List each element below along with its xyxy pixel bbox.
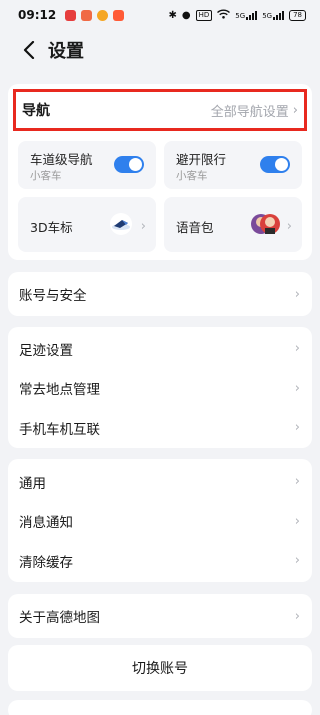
navigation-card: 导航 全部导航设置 › 车道级导航 小客车 避开限行 小客车 3D车标 › 语音…: [8, 84, 312, 260]
chevron-right-icon: ›: [294, 474, 300, 490]
phone-car-connect-row[interactable]: 手机车机互联 ›: [8, 408, 312, 448]
general-row[interactable]: 通用 ›: [8, 462, 312, 502]
tile-label: 语音包: [176, 220, 214, 235]
tile-label: 3D车标: [30, 220, 73, 235]
clear-cache-row[interactable]: 清除缓存 ›: [8, 541, 312, 581]
all-navigation-settings-label: 全部导航设置: [210, 104, 289, 120]
status-left: 09:12: [18, 8, 125, 22]
row-label: 常去地点管理: [19, 382, 100, 399]
chevron-right-icon: ›: [294, 380, 300, 396]
row-label: 消息通知: [19, 515, 73, 532]
back-arrow-icon[interactable]: [18, 39, 40, 61]
footprint-group-card: 足迹设置 › 常去地点管理 › 手机车机互联 ›: [8, 327, 312, 448]
account-card: 账号与安全 ›: [8, 272, 312, 316]
voice-avatars-icon: [249, 212, 281, 240]
status-bar: 09:12 ✱ ● HD 5G 5G 78: [0, 0, 320, 30]
tile-sub: 小客车: [30, 170, 62, 182]
chevron-right-icon: ›: [294, 608, 300, 624]
tile-3d-car-icon[interactable]: 3D车标 ›: [18, 197, 156, 252]
tile-lane-navigation[interactable]: 车道级导航 小客车: [18, 141, 156, 189]
shopping-app-icon: [113, 9, 125, 21]
navigation-title: 导航: [22, 103, 50, 119]
general-group-card: 通用 › 消息通知 › 清除缓存 ›: [8, 459, 312, 582]
footprint-settings-row[interactable]: 足迹设置 ›: [8, 329, 312, 369]
frequent-places-row[interactable]: 常去地点管理 ›: [8, 369, 312, 409]
bluetooth-icon: ✱: [168, 9, 177, 21]
weibo-icon: [97, 9, 109, 21]
message-notification-row[interactable]: 消息通知 ›: [8, 502, 312, 542]
row-label: 清除缓存: [19, 554, 73, 571]
location-icon: ●: [181, 9, 191, 21]
battery-icon: 78: [289, 9, 306, 21]
chevron-right-icon: ›: [294, 553, 300, 569]
row-label: 足迹设置: [19, 342, 73, 359]
signal-1-icon: 5G: [235, 10, 258, 20]
switch-account-button[interactable]: 切换账号: [8, 645, 312, 691]
tile-avoid-restriction[interactable]: 避开限行 小客车: [164, 141, 302, 189]
row-label: 账号与安全: [19, 288, 87, 304]
chevron-right-icon: ›: [294, 341, 300, 357]
tile-voice-pack[interactable]: 语音包 ›: [164, 197, 302, 252]
tile-label: 车道级导航: [30, 152, 93, 167]
account-security-row[interactable]: 账号与安全 ›: [8, 272, 312, 316]
chevron-right-icon: ›: [294, 420, 300, 436]
signal-2-label: 5G: [262, 12, 273, 20]
tile-label: 避开限行: [176, 152, 227, 167]
row-label: 手机车机互联: [19, 421, 100, 438]
row-label: 通用: [19, 475, 46, 492]
chevron-right-icon: ›: [286, 218, 292, 234]
header: 设置: [0, 30, 320, 70]
all-navigation-settings-link[interactable]: 全部导航设置 ›: [211, 101, 298, 120]
hd-badge: HD: [195, 9, 213, 21]
avoid-restriction-toggle[interactable]: [260, 156, 290, 173]
app-notification-icon: [65, 9, 77, 21]
navigation-header[interactable]: 导航 全部导航设置 ›: [13, 89, 307, 131]
about-card: 关于高德地图 ›: [8, 594, 312, 638]
bottom-card-peek: [8, 700, 312, 715]
video-app-icon: [81, 9, 93, 21]
signal-2-icon: 5G: [262, 10, 285, 20]
chevron-right-icon: ›: [292, 102, 298, 118]
chevron-right-icon: ›: [294, 513, 300, 529]
status-right: ✱ ● HD 5G 5G 78: [169, 9, 306, 22]
switch-account-label: 切换账号: [132, 661, 188, 677]
lane-navigation-toggle[interactable]: [114, 156, 144, 173]
wifi-icon: [217, 9, 231, 22]
row-label: 关于高德地图: [19, 610, 100, 626]
page-title: 设置: [48, 41, 84, 62]
car-marker-icon: [107, 212, 135, 240]
tile-sub: 小客车: [176, 170, 208, 182]
signal-1-label: 5G: [235, 12, 246, 20]
chevron-right-icon: ›: [294, 286, 300, 302]
chevron-right-icon: ›: [140, 218, 146, 234]
status-time: 09:12: [18, 8, 57, 22]
about-amap-row[interactable]: 关于高德地图 ›: [8, 594, 312, 638]
